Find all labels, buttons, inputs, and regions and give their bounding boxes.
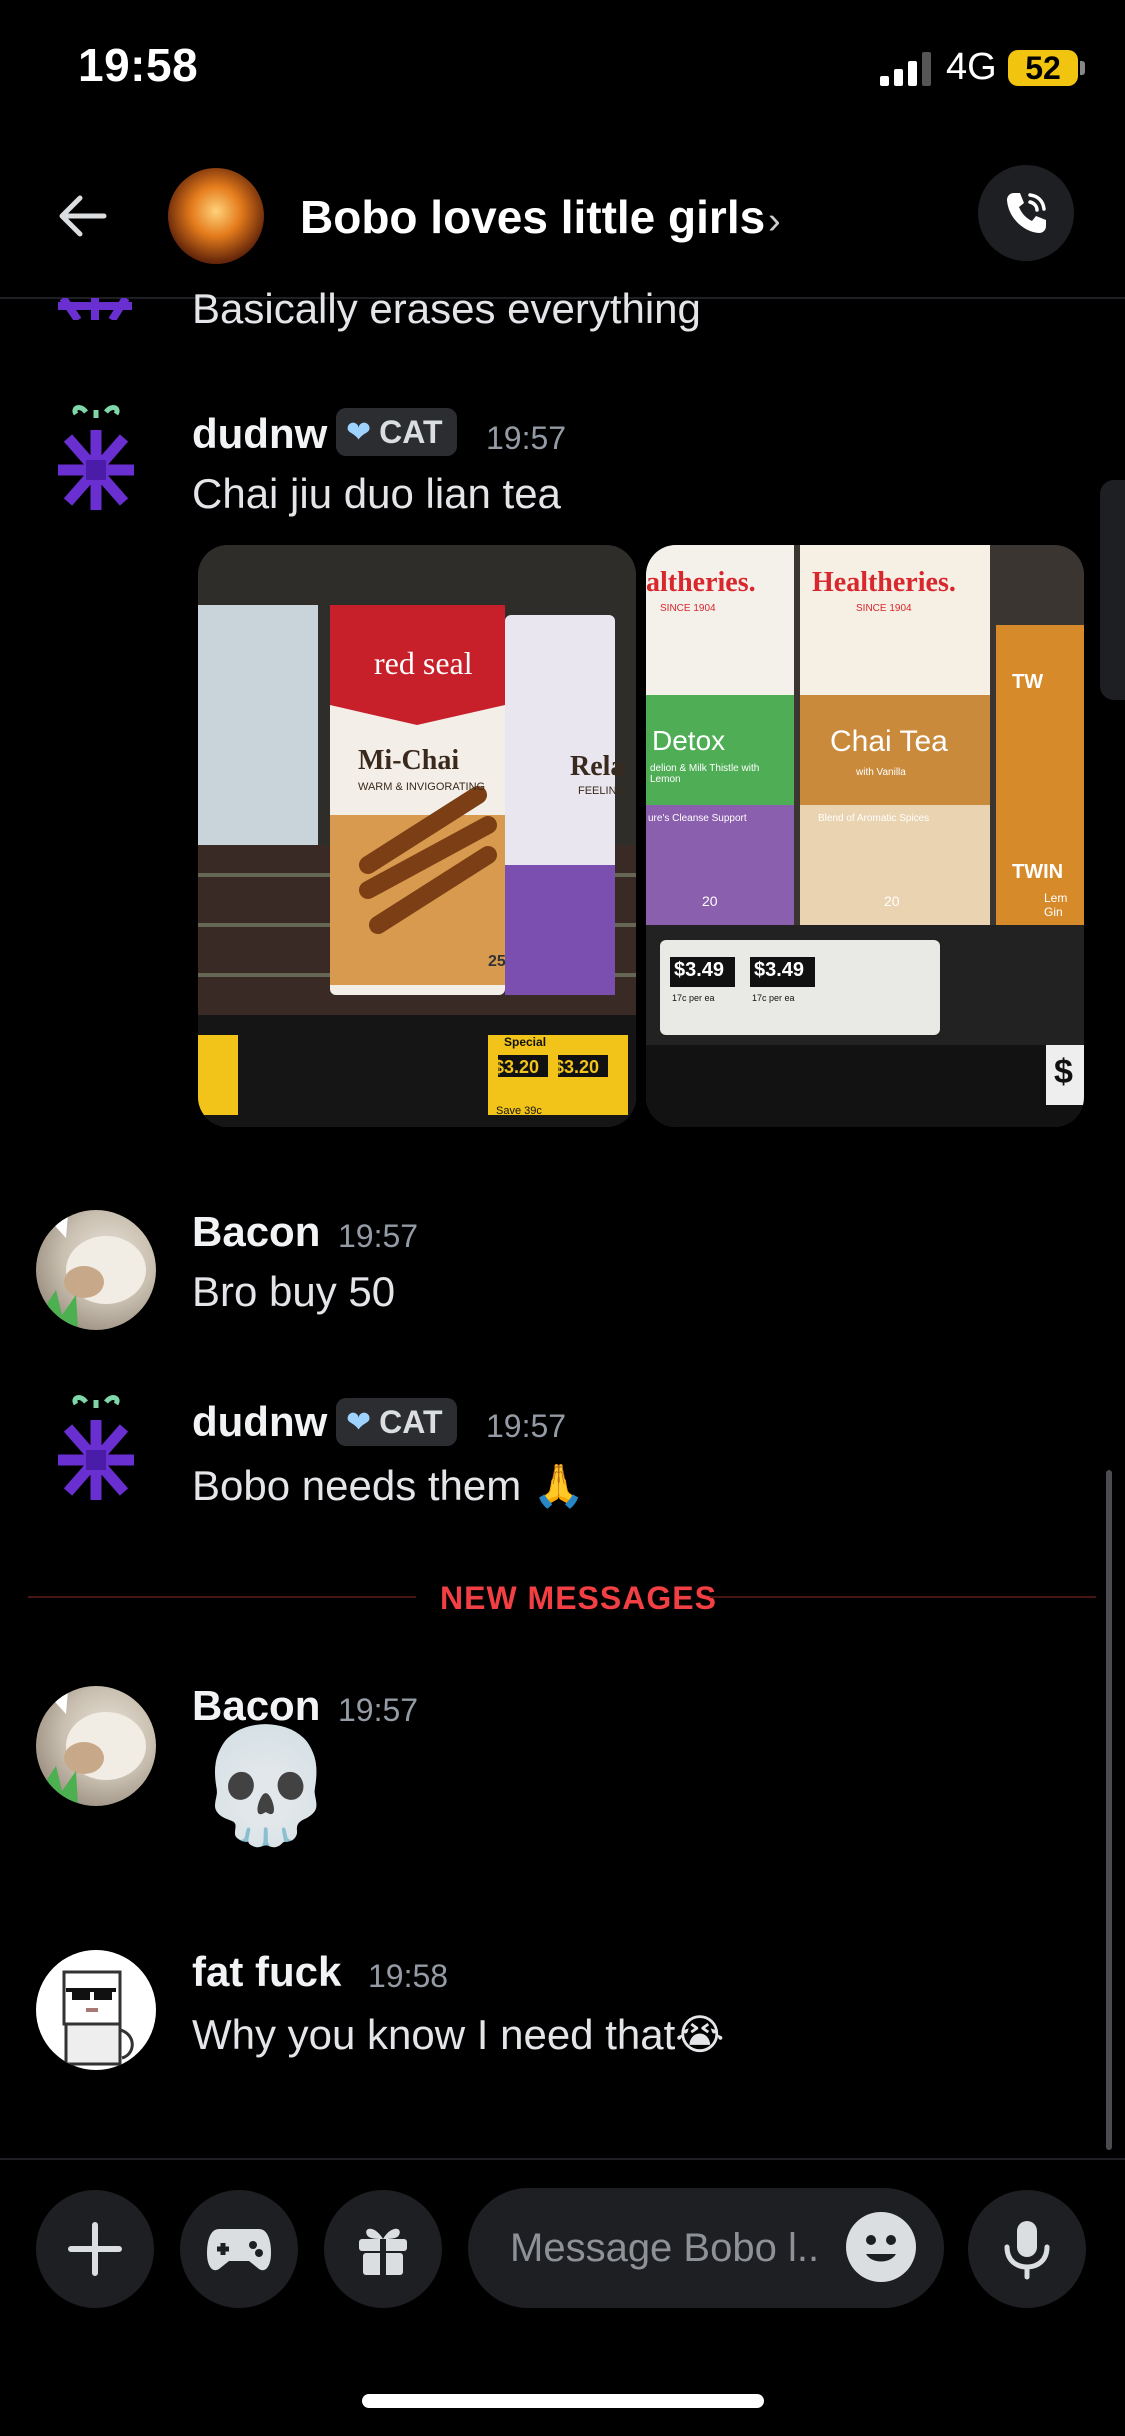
shelf-price: $3.49	[674, 959, 725, 981]
attachment-image-healtheries[interactable]: altheries. Healtheries. SINCE 1904 SINCE…	[646, 545, 1084, 1127]
detox-title: Detox	[652, 725, 726, 756]
timestamp: 19:57	[338, 1692, 419, 1728]
chevron-right-icon[interactable]: ›	[768, 200, 781, 243]
pixel-star-avatar	[58, 1395, 134, 1500]
username[interactable]: Bacon	[192, 1208, 320, 1256]
timestamp: 19:57	[486, 420, 567, 456]
unit-price: 17c per ea	[752, 993, 795, 1003]
timestamp: 19:57	[338, 1218, 419, 1254]
shelf-price: $3.20	[554, 1057, 600, 1077]
save-label: Save 39c	[496, 1105, 542, 1117]
box-brand: altheries.	[646, 567, 756, 598]
user-avatar-bacon[interactable]	[36, 1686, 156, 1806]
tag-label: CAT	[379, 1403, 443, 1440]
side-drawer-handle[interactable]	[1100, 480, 1125, 700]
timestamp: 19:58	[368, 1958, 449, 1994]
box2-sub: FEELING	[578, 785, 626, 797]
skull-emoji: 💀	[196, 1723, 336, 1848]
message-text: Bobo needs them	[192, 1462, 522, 1509]
username[interactable]: dudnw	[192, 1398, 327, 1446]
box-count: 25	[488, 953, 506, 970]
activities-button[interactable]	[180, 2190, 298, 2308]
plus-icon	[68, 2222, 122, 2276]
tag-label: CAT	[379, 413, 443, 450]
emoji-picker-button[interactable]	[846, 2212, 916, 2282]
twinings-label: TWIN	[1012, 861, 1064, 883]
message-text-row: Bobo needs them 🙏	[192, 1462, 585, 1511]
message-text: Basically erases everything	[192, 285, 701, 332]
tea-count: 20	[884, 893, 900, 909]
network-type: 4G	[946, 46, 997, 88]
user-tag-badge[interactable]: ❤ CAT	[336, 1398, 457, 1446]
chai-title: Chai Tea	[830, 725, 948, 758]
unit-price: 17c per ea	[672, 993, 715, 1003]
gift-button[interactable]	[324, 2190, 442, 2308]
box-brand: red seal	[374, 645, 473, 681]
box2-name: Rela	[570, 751, 625, 782]
user-avatar-dudnw[interactable]	[48, 400, 144, 518]
emoji-icon	[866, 2235, 896, 2262]
heart-icon: ❤	[346, 1405, 372, 1439]
divider-line-right	[710, 1596, 1096, 1598]
home-indicator[interactable]	[362, 2394, 764, 2408]
shelf-price: $3.49	[754, 959, 805, 981]
since-label: SINCE 1904	[856, 603, 912, 614]
tea-shelf-photo	[646, 545, 1084, 1127]
crying-face-emoji: 😭	[675, 2011, 725, 2058]
username[interactable]: fat fuck	[192, 1948, 341, 1996]
twinings-label: TW	[1012, 671, 1044, 693]
pixel-star-avatar	[58, 405, 134, 510]
chai-sub: with Vanilla	[856, 767, 906, 778]
since-label: SINCE 1904	[660, 603, 716, 614]
scrollbar[interactable]	[1106, 1470, 1112, 2150]
edge-price: $	[1054, 1053, 1073, 1091]
shelf-price: $3.20	[494, 1057, 540, 1077]
tea-count: 20	[702, 893, 718, 909]
status-time: 19:58	[78, 39, 199, 91]
user-avatar-bacon[interactable]	[36, 1210, 156, 1330]
voice-message-button[interactable]	[968, 2190, 1086, 2308]
box-sub: WARM & INVIGORATING	[358, 781, 486, 793]
tea-shelf-photo	[198, 545, 636, 1127]
composer-divider	[0, 2158, 1125, 2160]
user-avatar-dudnw[interactable]	[48, 1390, 144, 1508]
cell-signal-icon	[880, 52, 931, 86]
gift-icon	[359, 2228, 407, 2275]
call-button[interactable]	[978, 165, 1074, 261]
box-brand: Healtheries.	[812, 567, 956, 598]
user-avatar-fat-fuck[interactable]	[36, 1950, 156, 2070]
timestamp: 19:57	[486, 1408, 567, 1444]
username[interactable]: dudnw	[192, 410, 327, 458]
channel-title[interactable]: Bobo loves little girls	[300, 190, 765, 244]
message-text-row: Why you know I need that😭	[192, 2010, 724, 2059]
divider-line-left	[28, 1596, 416, 1598]
message-input-placeholder: Message Bobo l..	[510, 2226, 820, 2270]
message-text: Chai jiu duo lian tea	[192, 470, 561, 517]
attachment-image-red-seal[interactable]: red seal Mi-Chai WARM & INVIGORATING Rel…	[198, 545, 636, 1127]
pixel-character-avatar	[62, 1970, 134, 2066]
partial-avatar	[58, 298, 132, 320]
gamepad-icon	[207, 2229, 271, 2271]
back-arrow-icon[interactable]	[52, 185, 114, 247]
hamster-avatar	[36, 1214, 146, 1330]
microphone-icon	[1004, 2221, 1050, 2280]
message-text: Bro buy 50	[192, 1268, 396, 1315]
battery-indicator: 52	[1008, 50, 1078, 86]
message-text: Why you know I need that	[192, 2011, 676, 2058]
battery-tip	[1080, 61, 1085, 75]
add-attachment-button[interactable]	[36, 2190, 154, 2308]
phone-call-icon	[1007, 193, 1046, 233]
special-label: Special	[504, 1035, 547, 1049]
channel-avatar[interactable]	[168, 168, 264, 264]
new-messages-label: NEW MESSAGES	[440, 1580, 717, 1616]
praying-hands-emoji: 🙏	[532, 1462, 586, 1509]
hamster-avatar	[36, 1690, 146, 1806]
box-name: Mi-Chai	[358, 745, 460, 776]
lemon-label: Lem Gin	[1044, 891, 1068, 919]
heart-icon: ❤	[346, 415, 372, 449]
detox-sub: delion & Milk Thistle with Lemon	[650, 763, 760, 785]
detox-band: ure's Cleanse Support	[648, 813, 747, 824]
chai-band: Blend of Aromatic Spices	[818, 813, 930, 824]
user-tag-badge[interactable]: ❤ CAT	[336, 408, 457, 456]
